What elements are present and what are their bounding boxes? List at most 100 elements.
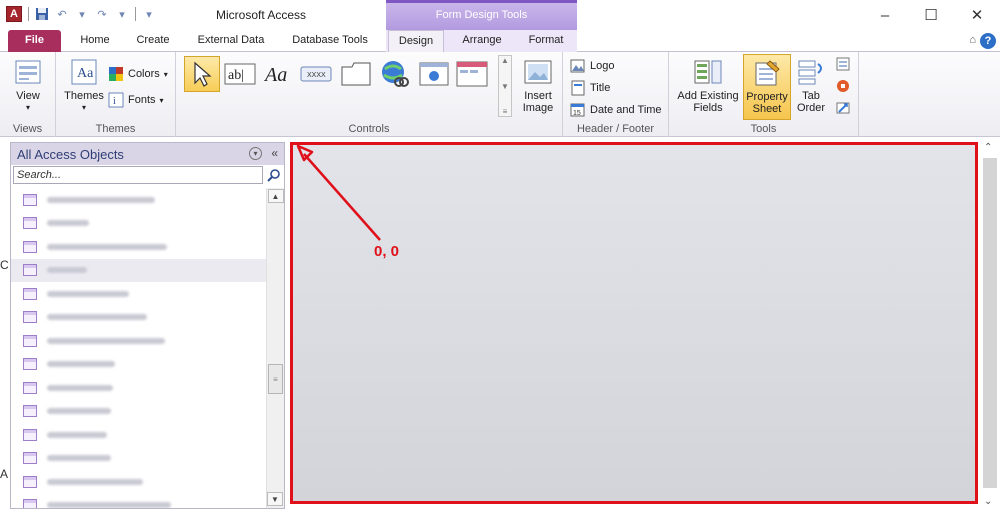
view-code-button[interactable]: [835, 78, 851, 94]
undo-icon[interactable]: ↶: [55, 7, 69, 21]
minimize-button[interactable]: –: [862, 0, 908, 30]
controls-gallery-scroll[interactable]: ▲ ▼ ≡: [498, 55, 512, 117]
add-existing-fields-button[interactable]: Add Existing Fields: [675, 56, 741, 114]
scroll-down-icon[interactable]: ▼: [267, 492, 283, 506]
gallery-up-icon[interactable]: ▲: [501, 56, 509, 65]
property-sheet-button[interactable]: Property Sheet: [743, 54, 791, 120]
views-group: View ▾ Views: [0, 52, 56, 137]
nav-search-row: [11, 165, 284, 185]
quick-access-toolbar: A ↶ ▾ ↷ ▾ ▾: [6, 6, 156, 22]
list-item[interactable]: [11, 376, 266, 400]
help-icon[interactable]: ?: [980, 33, 996, 49]
date-time-button[interactable]: 15 Date and Time: [570, 102, 662, 118]
convert-macros-button[interactable]: [835, 100, 851, 116]
list-item[interactable]: [11, 258, 266, 282]
gallery-more-icon[interactable]: ≡: [503, 107, 508, 116]
access-app-icon[interactable]: A: [6, 6, 22, 22]
tools-group: Add Existing Fields Property Sheet Tab O…: [669, 52, 859, 137]
themes-button[interactable]: Aa Themes ▾: [60, 56, 108, 114]
nav-object-list: [11, 188, 266, 508]
insert-image-button[interactable]: Insert Image: [516, 56, 560, 114]
table-icon: [23, 452, 37, 465]
nav-pane-title: All Access Objects: [17, 146, 124, 162]
tab-create[interactable]: Create: [132, 30, 174, 52]
window-controls: – ☐ ✕: [862, 0, 1000, 30]
button-control-icon[interactable]: XXXX: [298, 56, 334, 92]
navigation-control-icon[interactable]: [454, 56, 490, 92]
qat-separator: [135, 7, 136, 21]
list-item[interactable]: [11, 212, 266, 236]
tab-database-tools[interactable]: Database Tools: [286, 30, 374, 52]
save-icon[interactable]: [35, 7, 49, 21]
title-button[interactable]: Title: [570, 80, 610, 96]
nav-pane-menu-icon[interactable]: ▾: [249, 147, 262, 160]
list-item[interactable]: [11, 329, 266, 353]
list-item[interactable]: [11, 282, 266, 306]
maximize-button[interactable]: ☐: [908, 0, 954, 30]
fonts-dropdown-icon: ▾: [159, 95, 164, 105]
form-design-tools-header: Form Design Tools: [386, 0, 577, 30]
list-item[interactable]: [11, 423, 266, 447]
svg-text:i: i: [113, 96, 116, 107]
tab-order-button[interactable]: Tab Order: [793, 56, 829, 114]
tab-arrange[interactable]: Arrange: [456, 30, 508, 52]
hyperlink-control-icon[interactable]: [376, 56, 412, 92]
tab-control-icon[interactable]: [338, 56, 374, 92]
select-pointer-icon[interactable]: [184, 56, 220, 92]
nav-scrollbar[interactable]: ▲ ≡ ▼: [266, 188, 284, 508]
list-item[interactable]: [11, 400, 266, 424]
list-item[interactable]: [11, 306, 266, 330]
label-control-icon[interactable]: Aa: [260, 56, 296, 92]
minimize-ribbon-icon[interactable]: ⌂: [969, 34, 976, 46]
view-button[interactable]: View ▾: [10, 56, 46, 114]
web-browser-control-icon[interactable]: [416, 56, 452, 92]
main-scroll-thumb[interactable]: [983, 158, 997, 488]
colors-dropdown-icon: ▾: [163, 69, 168, 79]
colors-button[interactable]: Colors ▾: [108, 66, 168, 82]
close-button[interactable]: ✕: [954, 0, 1000, 30]
main-scroll-up-icon[interactable]: ⌃: [984, 142, 992, 153]
tab-external-data[interactable]: External Data: [192, 30, 270, 52]
blurred-item-name: [47, 267, 87, 274]
table-icon: [23, 193, 37, 206]
edge-glyph: A: [0, 467, 9, 481]
svg-text:ab|: ab|: [228, 68, 244, 83]
redo-icon[interactable]: ↷: [95, 7, 109, 21]
scroll-up-icon[interactable]: ▲: [267, 189, 284, 203]
title-icon: [570, 80, 586, 96]
tab-format[interactable]: Format: [522, 30, 570, 52]
insert-image-label: Insert Image: [522, 90, 554, 114]
fonts-button[interactable]: i Fonts ▾: [108, 92, 164, 108]
main-vertical-scrollbar[interactable]: ⌃ ⌄: [980, 140, 1000, 509]
textbox-control-icon[interactable]: ab|: [222, 56, 258, 92]
blurred-item-name: [47, 384, 113, 391]
list-item[interactable]: [11, 353, 266, 377]
list-item[interactable]: [11, 188, 266, 212]
subform-new-window-button[interactable]: [835, 56, 851, 72]
tab-home[interactable]: Home: [78, 30, 112, 52]
title-label: Title: [590, 82, 611, 94]
blurred-item-name: [47, 502, 171, 508]
tab-design[interactable]: Design: [388, 30, 444, 53]
list-item[interactable]: [11, 494, 266, 508]
subform-new-window-icon: [835, 56, 851, 72]
undo-dropdown-icon[interactable]: ▾: [75, 7, 89, 21]
list-item[interactable]: [11, 447, 266, 471]
search-input[interactable]: [13, 166, 263, 184]
tab-file[interactable]: File: [8, 30, 61, 52]
customize-qat-icon[interactable]: ▾: [142, 7, 156, 21]
form-design-canvas[interactable]: [290, 142, 978, 504]
list-item[interactable]: [11, 470, 266, 494]
themes-group: Aa Themes ▾ Colors ▾ i Fonts ▾ Themes: [56, 52, 176, 137]
blurred-item-name: [47, 408, 111, 415]
scroll-thumb[interactable]: ≡: [268, 364, 283, 394]
redo-dropdown-icon[interactable]: ▾: [115, 7, 129, 21]
list-item[interactable]: [11, 235, 266, 259]
logo-button[interactable]: Logo: [570, 58, 614, 74]
main-scroll-down-icon[interactable]: ⌄: [984, 496, 992, 507]
search-icon[interactable]: [266, 167, 282, 183]
collapse-nav-pane-icon[interactable]: «: [271, 146, 278, 160]
nav-pane-header[interactable]: All Access Objects ▾ «: [11, 143, 284, 165]
themes-icon: Aa: [68, 56, 100, 88]
gallery-down-icon[interactable]: ▼: [501, 82, 509, 91]
